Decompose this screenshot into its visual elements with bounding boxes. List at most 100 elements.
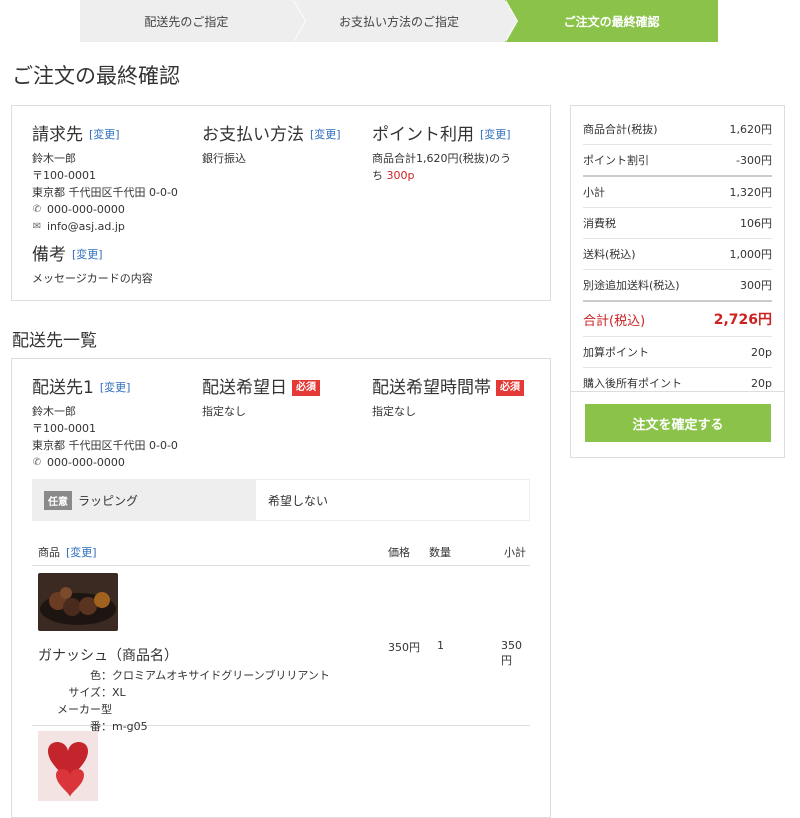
payment-title: お支払い方法 [202, 125, 304, 145]
earned-points-label: 加算ポイント [583, 346, 649, 359]
notes-value: メッセージカードの内容 [32, 272, 153, 285]
delivery-date-value: 指定なし [202, 405, 246, 418]
product-image-ganache [38, 573, 118, 631]
points-change-link[interactable]: [変更] [480, 124, 511, 146]
table-row: ガナッシュ（商品名） 350円 1 350円 色：クロミアムオキサイドグリーンブ… [32, 571, 530, 733]
billing-name: 鈴木一郎 [32, 152, 76, 165]
optional-badge: 任意 [44, 490, 72, 510]
attr-size-key: サイズ： [68, 686, 112, 699]
delivery-time-column: 配送希望時間帯 必須 指定なし [372, 377, 547, 420]
delivery-date-title: 配送希望日 [202, 378, 287, 398]
attr-size-value: XL [112, 686, 126, 699]
step-confirm: ご注文の最終確認 [505, 0, 719, 42]
billing-phone: 000-000-0000 [47, 203, 125, 216]
earned-points-value: 20p [751, 345, 772, 359]
summary-value: 1,000円 [729, 248, 773, 261]
delivery-name: 鈴木一郎 [32, 405, 76, 418]
col-subtotal: 小計 [504, 546, 526, 559]
points-after-value: 20p [751, 376, 772, 390]
notes-title: 備考 [32, 245, 66, 265]
items-table-header: 商品 [変更] 価格 数量 小計 [32, 539, 530, 566]
billing-card: 請求先 [変更] 鈴木一郎 〒100-0001 東京都 千代田区千代田 0-0-0… [11, 105, 551, 301]
product-qty: 1 [437, 639, 444, 652]
summary-value: 1,320円 [729, 186, 773, 199]
summary-row-extra-shipping: 別途追加送料(税込) 300円 [583, 270, 772, 302]
summary-row-merch: 商品合計(税抜) 1,620円 [583, 114, 772, 145]
delivery-card: 配送先1 [変更] 鈴木一郎 〒100-0001 東京都 千代田区千代田 0-0-… [11, 358, 551, 818]
attr-model-value: m-g05 [112, 720, 148, 733]
delivery-address: 東京都 千代田区千代田 0-0-0 [32, 439, 178, 452]
attr-color-key: 色： [90, 669, 112, 682]
page-title: ご注文の最終確認 [12, 64, 180, 88]
delivery-title: 配送先1 [32, 378, 94, 398]
required-badge: 必須 [292, 380, 320, 396]
wrapping-row: 任意 ラッピング 希望しない [32, 479, 530, 521]
summary-row-shipping: 送料(税込) 1,000円 [583, 239, 772, 270]
summary-value: -300円 [736, 154, 772, 167]
summary-table: 商品合計(税抜) 1,620円 ポイント割引 -300円 小計 1,320円 消費税 1… [583, 114, 772, 398]
summary-label: 消費税 [583, 217, 616, 230]
step-confirm-label: ご注文の最終確認 [563, 14, 660, 29]
points-after-label: 購入後所有ポイント [583, 377, 682, 390]
summary-row-tax: 消費税 106円 [583, 208, 772, 239]
points-line1: 商品合計1,620円(税抜)のう [372, 152, 512, 165]
col-price: 価格 [388, 546, 410, 559]
delivery-time-title: 配送希望時間帯 [372, 378, 491, 398]
total-label: 合計(税込) [583, 313, 646, 329]
wrapping-value: 希望しない [268, 493, 329, 508]
attr-color-value: クロミアムオキサイドグリーンブリリアント [112, 669, 330, 682]
phone-icon: ✆ [32, 204, 42, 215]
summary-label: 商品合計(税抜) [583, 123, 658, 136]
col-qty: 数量 [429, 546, 451, 559]
summary-label: 別途追加送料(税込) [583, 279, 680, 292]
payment-column: お支払い方法 [変更] 銀行振込 [202, 124, 362, 167]
delivery-section-title: 配送先一覧 [12, 331, 97, 351]
points-amount: 300p [386, 169, 415, 182]
payment-value: 銀行振込 [202, 152, 246, 165]
step-shipping: 配送先のご指定 [80, 0, 306, 42]
summary-value: 300円 [740, 279, 772, 292]
points-title: ポイント利用 [372, 125, 474, 145]
delivery-change-link[interactable]: [変更] [100, 377, 131, 399]
payment-change-link[interactable]: [変更] [310, 124, 341, 146]
mail-icon: ✉ [32, 221, 42, 232]
summary-label: 送料(税込) [583, 248, 636, 261]
billing-change-link[interactable]: [変更] [89, 124, 120, 146]
billing-zip: 〒100-0001 [32, 169, 96, 182]
required-badge: 必須 [496, 380, 524, 396]
summary-row-subtotal: 小計 1,320円 [583, 177, 772, 208]
billing-email: info@asj.ad.jp [47, 220, 125, 233]
step-shipping-label: 配送先のご指定 [144, 14, 229, 29]
step-payment: お支払い方法のご指定 [292, 0, 519, 42]
items-change-link[interactable]: [変更] [66, 544, 97, 560]
summary-label: ポイント割引 [583, 154, 649, 167]
points-line2-prefix: ち [372, 169, 383, 182]
notes-change-link[interactable]: [変更] [72, 244, 103, 266]
notes-column: 備考 [変更] メッセージカードの内容 [32, 244, 332, 287]
product-name: ガナッシュ（商品名） [38, 648, 178, 664]
delivery-time-value: 指定なし [372, 405, 416, 418]
delivery-address-column: 配送先1 [変更] 鈴木一郎 〒100-0001 東京都 千代田区千代田 0-0-… [32, 377, 197, 471]
delivery-zip: 〒100-0001 [32, 422, 96, 435]
col-item: 商品 [38, 546, 60, 559]
phone-icon: ✆ [32, 457, 42, 468]
total-value: 2,726円 [713, 312, 772, 328]
product-price: 350円 [388, 641, 420, 654]
product-image-heart [38, 731, 98, 801]
delivery-date-column: 配送希望日 必須 指定なし [202, 377, 367, 420]
summary-divider [571, 391, 784, 392]
billing-title: 請求先 [32, 125, 83, 145]
wrapping-label: ラッピング [78, 493, 139, 508]
billing-address: 東京都 千代田区千代田 0-0-0 [32, 186, 178, 199]
attr-model-key: メーカー型番： [57, 703, 112, 733]
summary-row-points-after: 購入後所有ポイント 20p [583, 368, 772, 398]
summary-value: 1,620円 [729, 123, 773, 136]
confirm-order-button[interactable]: 注文を確定する [585, 404, 771, 442]
order-summary: 商品合計(税抜) 1,620円 ポイント割引 -300円 小計 1,320円 消費税 1… [570, 105, 785, 458]
summary-row-total: 合計(税込) 2,726円 [583, 302, 772, 337]
summary-row-earned-points: 加算ポイント 20p [583, 337, 772, 368]
billing-column: 請求先 [変更] 鈴木一郎 〒100-0001 東京都 千代田区千代田 0-0-0… [32, 124, 197, 235]
product-attributes: 色：クロミアムオキサイドグリーンブリリアント サイズ：XL メーカー型番：m-g… [38, 667, 330, 735]
summary-value: 106円 [740, 217, 772, 230]
delivery-phone: 000-000-0000 [47, 456, 125, 469]
